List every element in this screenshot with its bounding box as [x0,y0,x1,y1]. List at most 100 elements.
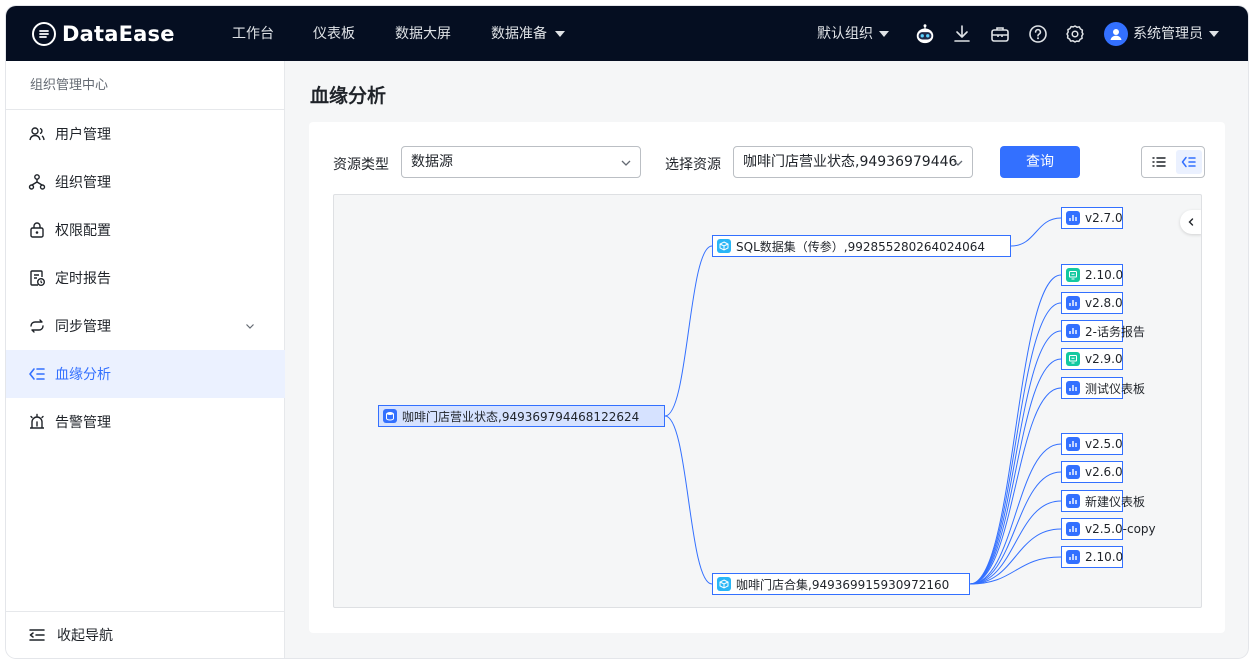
node-label: 2-话务报告 [1085,324,1145,339]
sidebar-item-alarm[interactable]: 告警管理 [6,398,285,446]
dashboard-icon [1066,550,1080,564]
sidebar-item-label: 组织管理 [55,175,111,191]
sidebar-item-scheduled-report[interactable]: 定时报告 [6,254,285,302]
lineage-view-button[interactable] [1176,150,1202,174]
org-label: 默认组织 [817,26,873,42]
node-label: SQL数据集（传参）,992855280264024064 [736,239,985,254]
lineage-icon [29,368,45,380]
toolbox-icon[interactable] [989,23,1011,45]
panel-node[interactable]: 2-话务报告 [1061,320,1145,342]
lineage-card: 资源类型 数据源 选择资源 咖啡门店营业状态,94936979446 查询 咖啡… [309,122,1225,633]
ai-assistant-icon[interactable] [914,23,936,45]
sidebar-item-label: 同步管理 [55,319,111,335]
sidebar-item-users[interactable]: 用户管理 [6,110,285,158]
panel-node[interactable]: 测试仪表板 [1061,377,1145,399]
collapse-nav-button[interactable]: 收起导航 [6,611,285,658]
chevron-down-icon[interactable] [244,320,256,332]
panel-node[interactable]: 新建仪表板 [1061,490,1145,512]
top-nav-bar: DataEase 工作台 仪表板 数据大屏 数据准备 默认组织 系统管理员 [6,6,1248,61]
sidebar-item-org[interactable]: 组织管理 [6,158,285,206]
sidebar-header: 组织管理中心 [6,61,284,110]
data-screen-icon [1066,352,1080,366]
dashboard-icon [1066,465,1080,479]
root-datasource-node[interactable]: 咖啡门店营业状态,949369794468122624 [378,405,665,427]
resource-value: 咖啡门店营业状态,94936979446 [743,154,958,170]
sidebar-item-label: 告警管理 [55,415,111,431]
dashboard-icon [1066,522,1080,536]
panel-node[interactable]: v2.7.0 [1061,207,1123,229]
screen-node[interactable]: v2.9.0 [1061,348,1123,370]
caret-down-icon [555,31,565,37]
user-icon [1110,29,1122,40]
resource-select[interactable]: 咖啡门店营业状态,94936979446 [733,146,973,178]
users-icon [29,127,45,141]
dataset-icon [717,239,731,253]
dataset-node-sql[interactable]: SQL数据集（传参）,992855280264024064 [712,235,1011,257]
node-label: 2.10.0 [1085,268,1124,282]
node-label: 测试仪表板 [1085,381,1146,396]
nav-dashboard[interactable]: 仪表板 [313,24,355,44]
list-view-button[interactable] [1146,150,1172,174]
edge-sql-dataset-to-leaf [1010,217,1062,247]
sync-icon [30,319,44,333]
screen-node[interactable]: 2.10.0 [1061,264,1123,286]
node-label: v2.7.0 [1085,211,1123,225]
sidebar-item-label: 用户管理 [55,127,111,143]
resource-type-value: 数据源 [411,154,453,170]
list-view-icon [1152,157,1166,167]
user-avatar[interactable] [1104,22,1128,46]
resource-label: 选择资源 [665,157,721,173]
dataset-node-store[interactable]: 咖啡门店合集,949369915930972160 [712,573,970,595]
query-button[interactable]: 查询 [1000,146,1080,178]
panel-node[interactable]: v2.6.0 [1061,461,1123,483]
edge-store-dataset-to-leaf [969,274,1062,585]
node-label: 咖啡门店营业状态,949369794468122624 [402,409,640,424]
edge-store-dataset-to-leaf [969,387,1062,585]
node-label: v2.6.0 [1085,465,1123,479]
org-switcher[interactable]: 默认组织 [817,24,889,44]
dashboard-icon [1066,324,1080,338]
nav-data-screen[interactable]: 数据大屏 [395,24,451,44]
report-clock-icon [30,270,45,286]
nav-workbench[interactable]: 工作台 [232,24,274,44]
settings-icon[interactable] [1064,23,1086,45]
dashboard-icon [1066,296,1080,310]
user-name-label: 系统管理员 [1133,26,1203,42]
edge-store-dataset-to-leaf [969,358,1062,585]
sidebar-item-lineage[interactable]: 血缘分析 [6,350,285,398]
datasource-icon [383,409,397,423]
help-icon[interactable] [1027,23,1049,45]
dashboard-icon [1066,494,1080,508]
nav-data-prep-label: 数据准备 [491,26,547,42]
collapse-menu-icon [29,629,45,641]
node-label: v2.5.0 [1085,437,1123,451]
nav-data-prep[interactable]: 数据准备 [491,24,565,44]
node-label: v2.9.0 [1085,352,1123,366]
node-label: v2.5.0-copy [1085,522,1156,536]
caret-down-icon [879,31,889,37]
sidebar-item-permissions[interactable]: 权限配置 [6,206,285,254]
chevron-left-icon [1188,218,1194,226]
panel-node[interactable]: 2.10.0 [1061,546,1123,568]
sidebar-item-sync[interactable]: 同步管理 [6,302,285,350]
user-menu[interactable]: 系统管理员 [1133,24,1219,44]
edge-store-dataset-to-leaf [969,330,1062,585]
collapse-panel-button[interactable] [1180,210,1201,234]
panel-node[interactable]: v2.5.0 [1061,433,1123,455]
node-label: 新建仪表板 [1085,494,1146,509]
dashboard-icon [1066,211,1080,225]
panel-node[interactable]: v2.8.0 [1061,292,1123,314]
download-icon[interactable] [951,23,973,45]
alarm-icon [30,413,44,429]
view-mode-toggle [1141,146,1205,178]
lineage-graph[interactable]: 咖啡门店营业状态,949369794468122624 SQL数据集（传参）,9… [333,194,1202,608]
resource-type-select[interactable]: 数据源 [401,146,641,178]
sidebar-item-label: 血缘分析 [55,367,111,383]
edge-store-dataset-to-leaf [969,443,1062,585]
dataset-icon [717,577,731,591]
org-tree-icon [28,174,46,190]
logo[interactable]: DataEase [32,20,175,48]
caret-down-icon [1209,31,1219,37]
panel-node[interactable]: v2.5.0-copy [1061,518,1156,540]
dashboard-icon [1066,381,1080,395]
